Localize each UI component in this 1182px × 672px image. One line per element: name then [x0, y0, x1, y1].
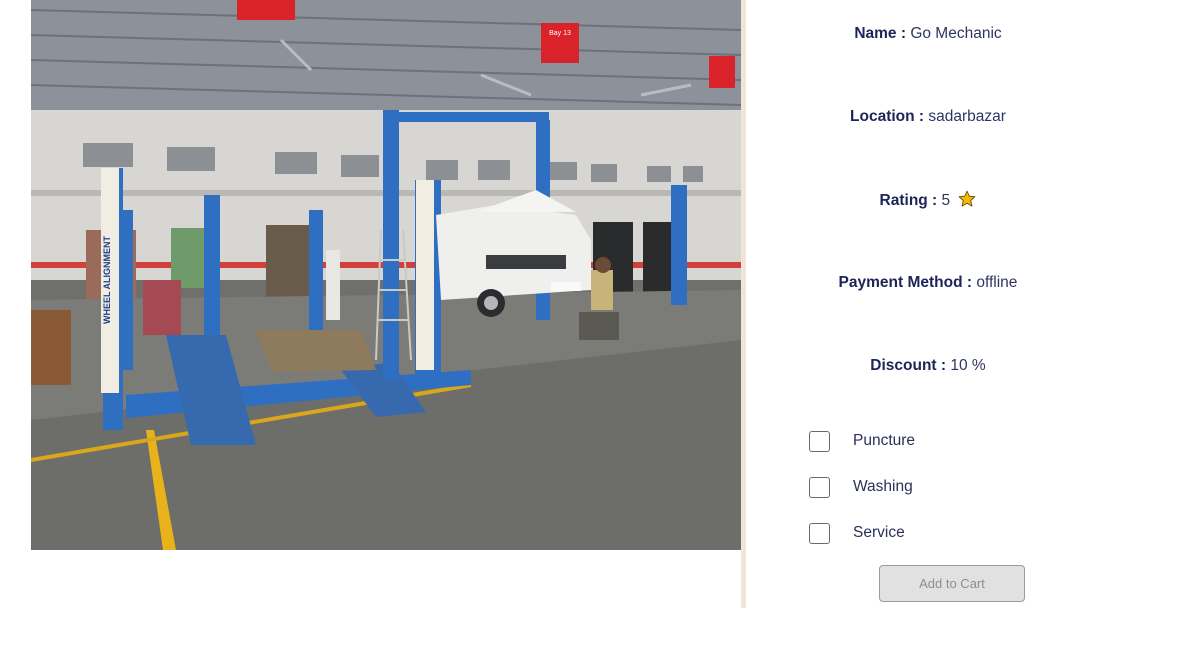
puncture-checkbox[interactable]: [809, 430, 830, 452]
payment-value: offline: [976, 274, 1018, 291]
bay-sign-text: Bay 13: [549, 30, 571, 37]
add-to-cart-button[interactable]: Add to Cart: [879, 565, 1025, 602]
garage-photo-illustration: Bay 13 WHEEL ALIGNMENT: [31, 0, 741, 550]
name-label: Name :: [854, 25, 907, 42]
bay-sign-red: [541, 23, 579, 63]
discount-label: Discount :: [870, 357, 947, 374]
star-icon: [959, 190, 976, 207]
panel-divider: [741, 0, 746, 608]
service-option-washing[interactable]: Washing: [809, 476, 913, 498]
discount-row: Discount : 10 %: [746, 356, 1110, 376]
rating-row: Rating : 5: [746, 190, 1110, 211]
washing-label[interactable]: Washing: [853, 478, 913, 496]
payment-row: Payment Method : offline: [746, 273, 1110, 293]
location-value: sadarbazar: [928, 108, 1006, 125]
discount-value: 10 %: [950, 357, 986, 374]
rating-label: Rating :: [879, 192, 938, 209]
bay-sign-red: [709, 56, 735, 88]
lift-label-text: WHEEL ALIGNMENT: [102, 236, 112, 324]
name-value: Go Mechanic: [910, 25, 1002, 42]
service-option-service[interactable]: Service: [809, 522, 905, 544]
service-checkbox[interactable]: [809, 522, 830, 544]
washing-checkbox[interactable]: [809, 476, 830, 498]
name-row: Name : Go Mechanic: [746, 24, 1110, 44]
service-label[interactable]: Service: [853, 524, 905, 542]
rating-value: 5: [941, 192, 951, 209]
service-option-puncture[interactable]: Puncture: [809, 430, 915, 452]
location-label: Location :: [850, 108, 925, 125]
payment-label: Payment Method :: [838, 274, 973, 291]
bay-sign-red: [237, 0, 295, 20]
garage-photo: Bay 13 WHEEL ALIGNMENT: [31, 0, 741, 550]
puncture-label[interactable]: Puncture: [853, 432, 915, 450]
location-row: Location : sadarbazar: [746, 107, 1110, 127]
